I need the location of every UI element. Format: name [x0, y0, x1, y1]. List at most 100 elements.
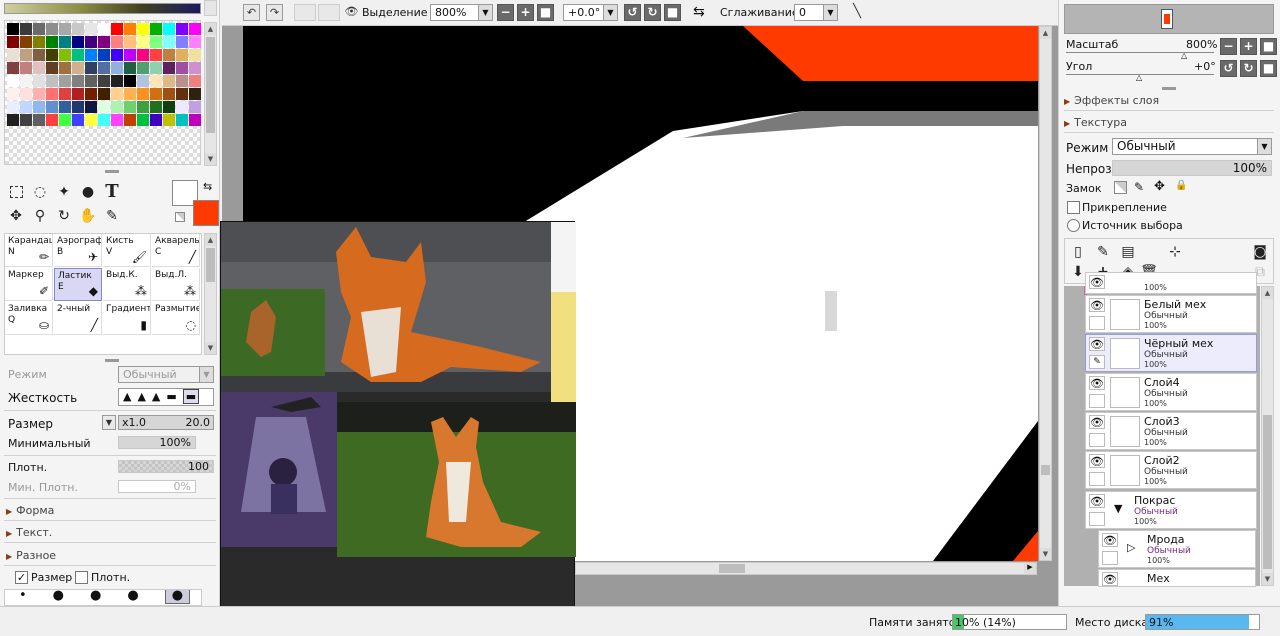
section-shape[interactable]: ▶ Форма	[6, 504, 54, 517]
texture-section[interactable]: ▶ Текстура	[1064, 116, 1127, 129]
palette-swatch[interactable]	[85, 101, 97, 113]
palette-swatch[interactable]	[189, 23, 201, 35]
zoom-out-button[interactable]: −	[497, 4, 514, 21]
brush-slot[interactable]: Акварель C ╱	[152, 234, 200, 267]
new-folder-icon[interactable]: ▤	[1118, 242, 1138, 262]
palette-swatch[interactable]	[189, 75, 201, 87]
palette-swatch[interactable]	[85, 49, 97, 61]
lasso-icon[interactable]: ◌	[30, 182, 50, 202]
color-wheel-strip[interactable]	[4, 3, 201, 14]
palette-swatch[interactable]	[72, 88, 84, 100]
palette-scrollbar[interactable]: ▲ ▼	[204, 22, 217, 166]
density-checkbox[interactable]	[75, 571, 88, 584]
palette-swatch[interactable]	[46, 88, 58, 100]
brush-slot[interactable]: Выд.Л. ⁂	[152, 268, 200, 301]
zoom-icon[interactable]: ⚲	[30, 206, 50, 226]
palette-swatch[interactable]	[20, 88, 32, 100]
transparent-color-icon[interactable]	[175, 212, 185, 222]
palette-swatch[interactable]	[189, 114, 201, 126]
rotate-left-button[interactable]: ↺	[624, 4, 641, 21]
palette-swatch[interactable]	[150, 36, 162, 48]
lock-move-icon[interactable]: ✥	[1154, 179, 1165, 194]
redo-button[interactable]: ↷	[266, 4, 283, 21]
layer-lock-toggle[interactable]	[1089, 512, 1105, 526]
eye-icon[interactable]: 👁	[1102, 572, 1118, 586]
angle-rotate-left-button[interactable]: ↺	[1220, 60, 1237, 77]
palette-swatch[interactable]	[137, 49, 149, 61]
palette-swatch[interactable]	[163, 49, 175, 61]
eye-icon[interactable]: 👁	[1089, 337, 1105, 351]
brush-slot[interactable]: Градиент ▮	[103, 302, 151, 335]
palette-swatch[interactable]	[189, 49, 201, 61]
hardness-selector[interactable]: ▲▲▲▬ ▬	[118, 388, 214, 406]
flip-horizontal-icon[interactable]: ⇆	[693, 4, 705, 20]
scroll-up-arrow[interactable]: ▲	[205, 234, 216, 246]
palette-swatch[interactable]	[20, 62, 32, 74]
palette-swatch[interactable]	[98, 36, 110, 48]
folder-closed-icon[interactable]: ▷	[1127, 541, 1135, 554]
layer-item[interactable]: 👁 100%	[1085, 272, 1257, 294]
slider-handle[interactable]: △	[1181, 52, 1187, 60]
palette-swatch[interactable]	[46, 23, 58, 35]
brush-scroll-thumb[interactable]	[206, 248, 215, 282]
palette-swatch[interactable]	[46, 101, 58, 113]
eye-icon[interactable]: 👁	[1089, 376, 1105, 390]
palette-swatch[interactable]	[59, 62, 71, 74]
palette-swatch[interactable]	[163, 75, 175, 87]
palette-swatch[interactable]	[137, 101, 149, 113]
palette-swatch[interactable]	[124, 88, 136, 100]
scroll-down-arrow[interactable]: ▼	[205, 342, 216, 354]
palette-swatch[interactable]	[72, 49, 84, 61]
lock-transparency-icon[interactable]	[1114, 181, 1127, 194]
brush-slot[interactable]: Аэрограф B ✈	[54, 234, 102, 267]
clipping-checkbox[interactable]	[1067, 201, 1080, 214]
color-select-icon[interactable]: ●	[78, 182, 98, 202]
palette-swatch[interactable]	[59, 36, 71, 48]
size-slider[interactable]: x1.0 20.0	[118, 415, 214, 430]
layer-item[interactable]: 👁 ▷ Мрода Обычный 100%	[1098, 530, 1256, 568]
lock-paint-icon[interactable]: ✎	[1134, 180, 1144, 194]
palette-swatch[interactable]	[20, 75, 32, 87]
layer-effects-section[interactable]: ▶ Эффекты слоя	[1064, 94, 1159, 107]
palette-swatch[interactable]	[189, 101, 201, 113]
palette-swatch[interactable]	[111, 101, 123, 113]
palette-swatch[interactable]	[59, 75, 71, 87]
palette-swatch[interactable]	[176, 88, 188, 100]
palette-swatch[interactable]	[111, 23, 123, 35]
slider-handle[interactable]: △	[1136, 74, 1142, 82]
min-size-slider[interactable]: 100%	[118, 436, 196, 449]
vscroll-thumb[interactable]	[1041, 465, 1050, 475]
section-misc[interactable]: ▶ Разное	[6, 549, 56, 562]
new-layer-icon[interactable]: ▯	[1068, 242, 1088, 262]
palette-swatch[interactable]	[124, 101, 136, 113]
palette-scroll-thumb[interactable]	[206, 37, 215, 133]
palette-swatch[interactable]	[176, 49, 188, 61]
palette-swatch[interactable]	[33, 62, 45, 74]
palette-swatch[interactable]	[59, 88, 71, 100]
palette-swatch[interactable]	[85, 23, 97, 35]
palette-swatch[interactable]	[33, 114, 45, 126]
eye-icon[interactable]: 👁	[1089, 454, 1105, 468]
palette-swatch[interactable]	[189, 62, 201, 74]
swap-colors-icon[interactable]: ⇆	[203, 180, 212, 193]
palette-swatch[interactable]	[72, 101, 84, 113]
palette-swatch[interactable]	[137, 62, 149, 74]
move-icon[interactable]: ✥	[6, 206, 26, 226]
palette-swatch[interactable]	[176, 101, 188, 113]
palette-swatch[interactable]	[137, 88, 149, 100]
palette-swatch[interactable]	[124, 49, 136, 61]
navigator-viewport[interactable]	[1161, 9, 1173, 29]
palette-swatch[interactable]	[85, 36, 97, 48]
palette-swatch[interactable]	[33, 75, 45, 87]
palette-swatch[interactable]	[98, 49, 110, 61]
palette-swatch[interactable]	[124, 36, 136, 48]
palette-swatch[interactable]	[163, 88, 175, 100]
brush-scrollbar[interactable]: ▲ ▼	[204, 233, 217, 355]
palette-swatch[interactable]	[20, 49, 32, 61]
palette-swatch[interactable]	[163, 114, 175, 126]
palette-swatch[interactable]	[72, 75, 84, 87]
palette-swatch[interactable]	[7, 49, 19, 61]
folder-open-icon[interactable]: ▼	[1114, 502, 1122, 515]
palette-swatch[interactable]	[7, 88, 19, 100]
palette-swatch[interactable]	[150, 101, 162, 113]
